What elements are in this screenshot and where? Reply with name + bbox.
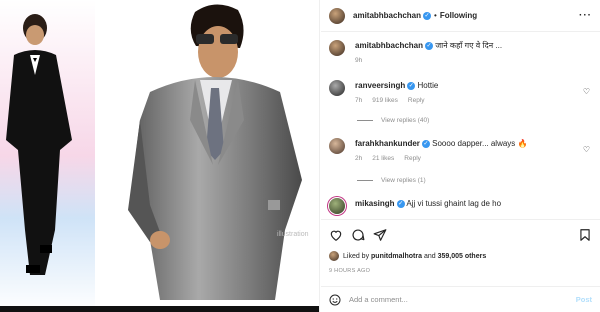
more-horizontal-icon[interactable]: ··· (579, 10, 592, 21)
verified-badge-icon: ✓ (407, 81, 416, 90)
comment-time[interactable]: 7h (355, 97, 362, 104)
like-heart-icon[interactable] (329, 228, 343, 242)
reply-button[interactable]: Reply (408, 97, 425, 104)
comment-username[interactable]: mikasingh (355, 199, 395, 208)
action-bar (321, 220, 600, 250)
comment-item: mikasingh ✓ Ajj vi tussi ghaint lag de ho (321, 198, 600, 214)
post-image: illustration (0, 0, 319, 312)
liker-avatar[interactable] (329, 251, 339, 261)
replies-divider (357, 180, 373, 181)
comment-likes[interactable]: 21 likes (372, 155, 394, 162)
comment-username[interactable]: ranveersingh (355, 81, 405, 90)
post-details-panel: amitabhbachchan ✓ • Following ··· amitab… (321, 0, 600, 312)
comment-text: Ajj vi tussi ghaint lag de ho (406, 199, 502, 208)
liker-username[interactable]: punitdmalhotra (371, 253, 422, 260)
caption-username[interactable]: amitabhbachchan (355, 41, 423, 50)
comment-avatar[interactable] (329, 80, 345, 96)
emoji-smiley-icon[interactable] (329, 294, 341, 306)
comment-avatar[interactable] (329, 138, 345, 154)
post-header: amitabhbachchan ✓ • Following ··· (321, 0, 600, 32)
comment-input[interactable] (349, 295, 576, 304)
comment-time[interactable]: 2h (355, 155, 362, 162)
share-paper-plane-icon[interactable] (373, 228, 387, 242)
view-replies-button[interactable]: View replies (40) (357, 117, 429, 124)
media-bottom-bar (0, 306, 319, 312)
save-bookmark-icon[interactable] (578, 228, 592, 242)
verified-badge-icon: ✓ (396, 199, 405, 208)
comment-bubble-icon[interactable] (351, 228, 365, 242)
liked-by-and: and (423, 252, 436, 260)
caption-avatar[interactable] (329, 40, 345, 56)
reply-button[interactable]: Reply (404, 155, 421, 162)
caption-row: amitabhbachchan ✓ जाने कहाँ गए वे दिन ...… (321, 40, 600, 64)
caption-time[interactable]: 9h (355, 57, 362, 64)
comment-like-heart-icon[interactable]: ♡ (583, 145, 590, 154)
verified-badge-icon: ✓ (421, 139, 430, 148)
header-separator: • (434, 11, 437, 20)
liked-by-line: Liked by punitdmalhotra and 359,005 othe… (321, 250, 600, 262)
likes-count-link[interactable]: 359,005 others (438, 253, 487, 260)
comment-text: Soooo dapper... always 🔥 (432, 139, 528, 148)
comment-item: farahkhankunder ✓ Soooo dapper... always … (321, 138, 600, 162)
replies-divider (357, 120, 373, 121)
comment-like-heart-icon[interactable]: ♡ (583, 87, 590, 96)
comment-text: Hottie (417, 81, 439, 90)
add-comment-form: Post (321, 286, 600, 312)
view-replies-button[interactable]: View replies (1) (357, 177, 426, 184)
post-media[interactable]: illustration (0, 0, 320, 312)
verified-badge-icon: ✓ (423, 11, 432, 20)
following-button[interactable]: Following (440, 11, 477, 20)
comment-item: ranveersingh ✓ Hottie 7h 919 likes Reply … (321, 80, 600, 104)
caption-text: जाने कहाँ गए वे दिन ... (435, 41, 503, 50)
author-avatar[interactable] (329, 7, 345, 24)
comment-likes[interactable]: 919 likes (372, 97, 398, 104)
image-watermark: illustration (277, 231, 309, 238)
author-username[interactable]: amitabhbachchan (353, 11, 421, 20)
comments-list[interactable]: amitabhbachchan ✓ जाने कहाँ गए वे दिन ...… (321, 33, 600, 219)
comment-username[interactable]: farahkhankunder (355, 139, 420, 148)
liked-by-prefix: Liked by (343, 252, 370, 260)
post-timestamp[interactable]: 9 HOURS AGO (321, 262, 600, 274)
post-actions-section: Liked by punitdmalhotra and 359,005 othe… (321, 219, 600, 274)
post-comment-button[interactable]: Post (576, 295, 592, 304)
comment-avatar[interactable] (329, 198, 345, 214)
verified-badge-icon: ✓ (425, 41, 434, 50)
